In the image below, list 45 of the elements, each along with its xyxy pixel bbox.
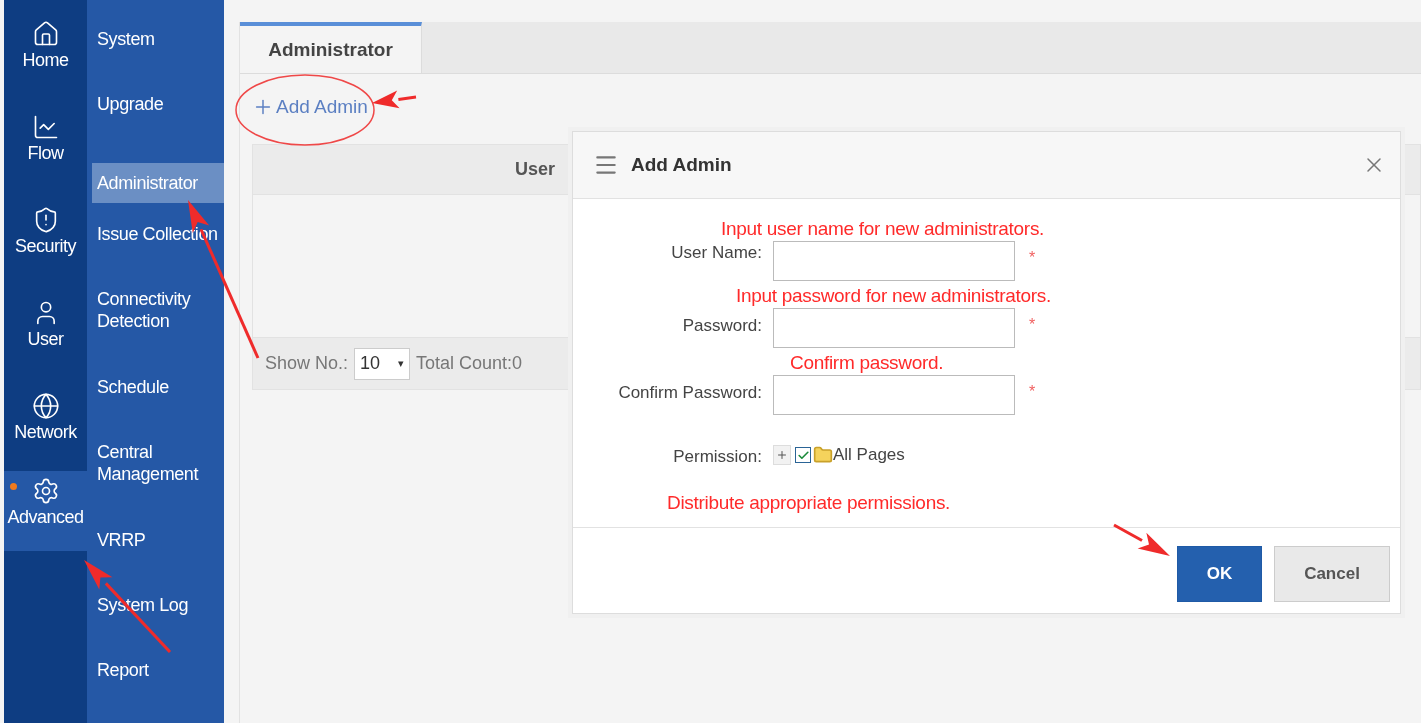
field-label: Password: <box>681 315 763 336</box>
required-mark: * <box>1029 248 1036 267</box>
cancel-button[interactable]: Cancel <box>1274 545 1390 602</box>
add-admin-link[interactable]: Add Admin <box>252 96 368 118</box>
submenu-item[interactable]: Upgrade <box>92 85 224 123</box>
caret-icon: ▾ <box>398 357 405 370</box>
nav-rail-item[interactable]: Flow <box>4 107 87 200</box>
total-count: Total Count:0 <box>416 353 523 374</box>
column-header: User <box>515 159 556 180</box>
annotation-note: Confirm password. <box>790 351 944 375</box>
input-field[interactable] <box>773 375 1015 415</box>
expand-toggle[interactable] <box>773 445 791 465</box>
annotation-note: Input user name for new administrators. <box>721 217 1045 241</box>
input-field[interactable] <box>773 308 1015 348</box>
annotation-note: Distribute appropriate permissions. <box>667 491 951 515</box>
required-mark: * <box>1029 315 1036 334</box>
submenu-item[interactable]: Schedule <box>92 368 224 406</box>
field-label: User Name: <box>670 242 763 263</box>
dialog-title: Add Admin <box>631 154 733 176</box>
input-field[interactable] <box>773 241 1015 281</box>
plus-icon <box>776 449 788 461</box>
annotation-note: Input password for new administrators. <box>736 284 1051 308</box>
nav-rail-item[interactable]: Security <box>4 200 87 293</box>
nav-rail-item[interactable]: User <box>4 293 87 386</box>
submenu-item[interactable]: Report <box>92 651 224 689</box>
folder-icon <box>813 445 833 465</box>
nav-rail-item[interactable]: Home <box>4 14 87 107</box>
annotation-arrow <box>372 90 417 109</box>
submenu-item[interactable]: Connectivity Detection <box>92 280 224 340</box>
checkbox[interactable] <box>795 447 811 463</box>
submenu-item[interactable]: System <box>92 20 224 58</box>
submenu-item[interactable]: Central Management <box>92 433 224 493</box>
field-label: Confirm Password: <box>617 382 763 403</box>
globe-icon <box>31 392 60 420</box>
ok-button[interactable]: OK <box>1177 545 1262 602</box>
nav-rail-item[interactable]: Advanced <box>4 471 87 551</box>
page-size-select[interactable]: 10 ▾ <box>354 347 411 380</box>
annotation-arrow <box>1113 523 1170 556</box>
nav-rail-item[interactable]: Network <box>4 386 87 471</box>
show-label: Show No.: <box>265 353 349 374</box>
field-label: Permission: <box>672 446 763 467</box>
tree-node[interactable]: All Pages <box>833 445 905 465</box>
submenu-item[interactable]: VRRP <box>92 521 224 559</box>
tab[interactable]: Administrator <box>240 22 422 73</box>
required-mark: * <box>1029 382 1036 401</box>
